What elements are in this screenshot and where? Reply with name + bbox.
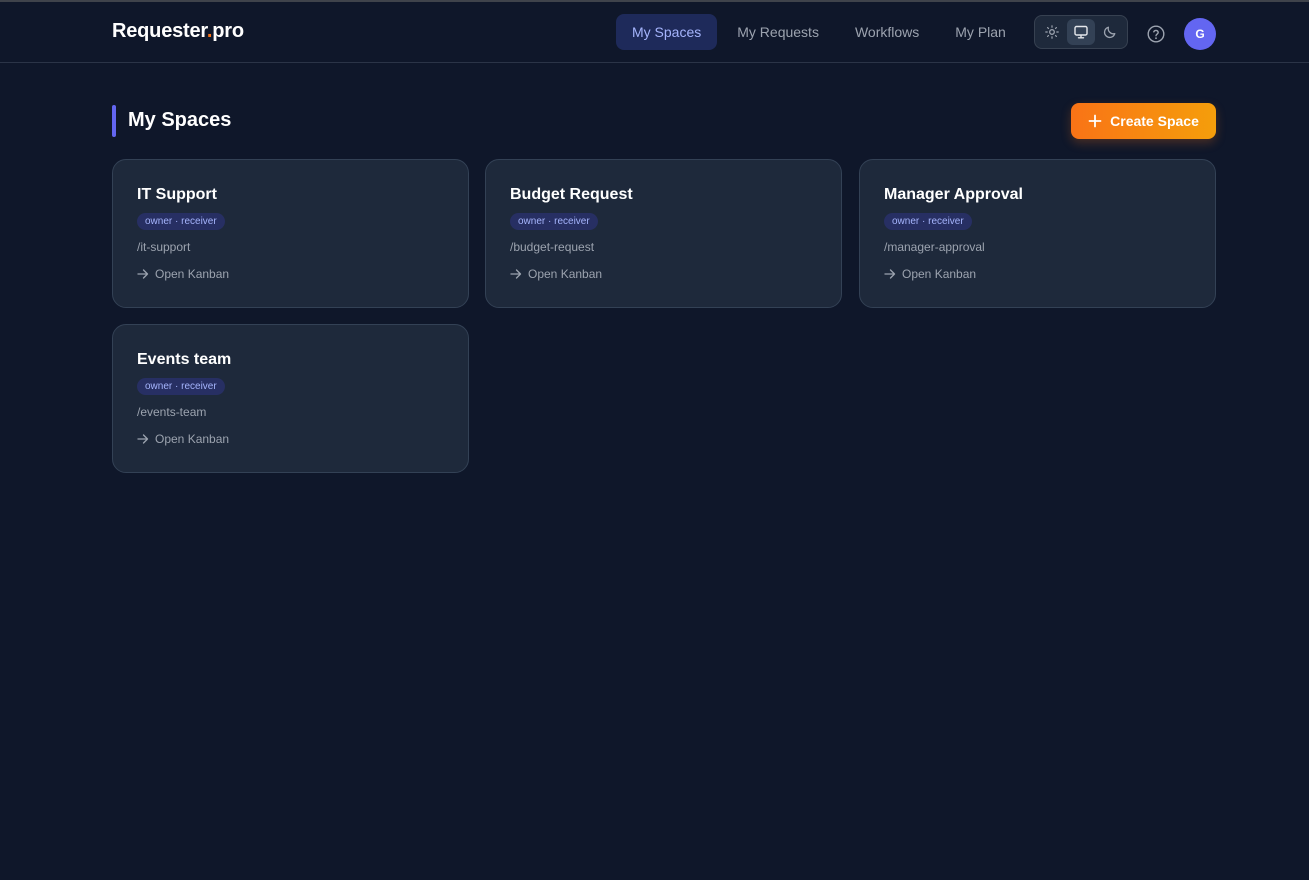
create-space-button[interactable]: Create Space [1071, 103, 1216, 139]
help-circle-icon [1147, 25, 1165, 43]
open-kanban-label: Open Kanban [155, 432, 230, 446]
arrow-right-icon [137, 269, 149, 279]
nav-my-requests[interactable]: My Requests [721, 14, 835, 50]
open-kanban-label: Open Kanban [902, 267, 977, 281]
user-avatar[interactable]: G [1184, 18, 1216, 50]
app-logo[interactable]: Requester.pro [112, 20, 244, 43]
space-card[interactable]: Budget Request owner · receiver /budget-… [485, 159, 842, 308]
title-accent-bar [112, 105, 116, 137]
space-card[interactable]: IT Support owner · receiver /it-support … [112, 159, 469, 308]
page-title: My Spaces [128, 109, 232, 131]
space-card[interactable]: Manager Approval owner · receiver /manag… [859, 159, 1216, 308]
space-slug: /budget-request [510, 240, 595, 254]
theme-dark-button[interactable] [1097, 19, 1124, 45]
nav-workflows[interactable]: Workflows [839, 14, 935, 50]
space-name: Budget Request [510, 186, 633, 203]
space-name: Events team [137, 351, 232, 368]
space-card[interactable]: Events team owner · receiver /events-tea… [112, 324, 469, 473]
main-nav: My Spaces My Requests Workflows My Plan [616, 14, 1022, 50]
open-kanban-label: Open Kanban [528, 267, 603, 281]
role-badge: owner · receiver [137, 213, 225, 230]
role-badge: owner · receiver [137, 378, 225, 395]
theme-system-button[interactable] [1067, 19, 1095, 45]
theme-switcher [1034, 15, 1128, 49]
nav-my-spaces[interactable]: My Spaces [616, 14, 718, 50]
open-kanban-link[interactable]: Open Kanban [137, 267, 229, 281]
open-kanban-label: Open Kanban [155, 267, 230, 281]
help-button[interactable] [1146, 24, 1166, 44]
plus-icon [1088, 114, 1102, 128]
sun-icon [1044, 25, 1059, 39]
arrow-right-icon [137, 434, 149, 444]
space-slug: /it-support [137, 240, 191, 254]
open-kanban-link[interactable]: Open Kanban [137, 432, 229, 446]
arrow-right-icon [884, 269, 896, 279]
moon-icon [1104, 26, 1116, 39]
nav-my-plan[interactable]: My Plan [939, 14, 1022, 50]
create-space-label: Create Space [1110, 113, 1199, 129]
theme-light-button[interactable] [1038, 19, 1065, 45]
space-slug: /manager-approval [884, 240, 985, 254]
role-badge: owner · receiver [510, 213, 598, 230]
top-navbar: Requester.pro My Spaces My Requests Work… [0, 2, 1309, 63]
monitor-icon [1074, 25, 1088, 39]
space-name: Manager Approval [884, 186, 1023, 203]
open-kanban-link[interactable]: Open Kanban [884, 267, 976, 281]
role-badge: owner · receiver [884, 213, 972, 230]
logo-main: Requester [112, 20, 207, 42]
arrow-right-icon [510, 269, 522, 279]
logo-suffix: pro [212, 20, 244, 42]
open-kanban-link[interactable]: Open Kanban [510, 267, 602, 281]
space-slug: /events-team [137, 405, 207, 419]
space-name: IT Support [137, 186, 217, 203]
